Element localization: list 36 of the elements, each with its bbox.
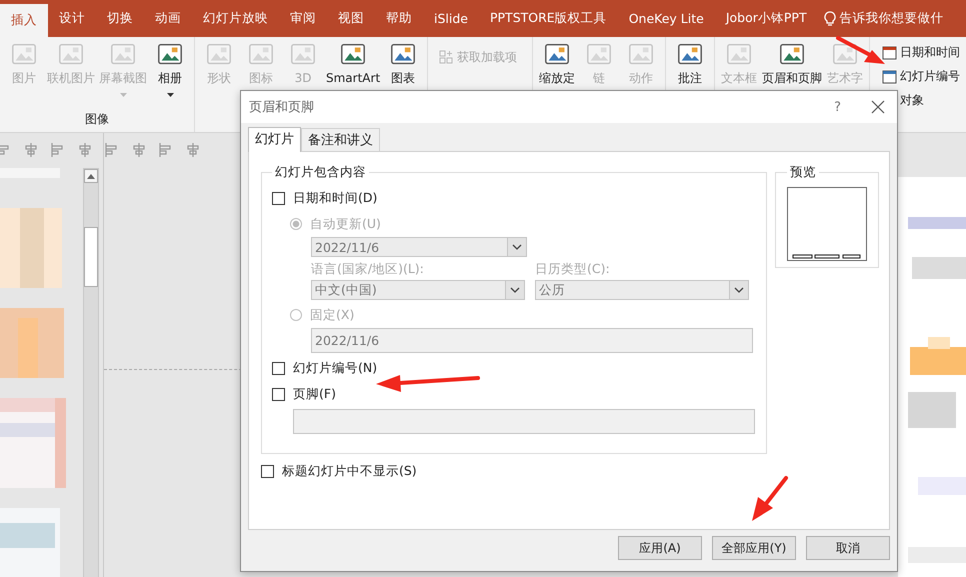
ribbon-button[interactable]: 缩放定 — [536, 40, 578, 108]
ribbon-tab[interactable]: 插入 — [0, 4, 48, 37]
help-button[interactable]: ? — [834, 100, 841, 114]
ribbon-button[interactable]: 页眉和页脚 — [760, 40, 824, 108]
field-label: 日历类型(C): — [535, 261, 611, 278]
dialog-tab[interactable]: 备注和讲义 — [301, 128, 380, 151]
dialog-title: 页眉和页脚 — [249, 99, 315, 116]
dialog-button[interactable]: 应用(A) — [618, 536, 702, 560]
dialog-button[interactable]: 全部应用(Y) — [712, 536, 796, 560]
field-label: 语言(国家/地区)(L): — [311, 261, 425, 278]
checkbox[interactable]: 幻灯片编号(N) — [272, 355, 378, 381]
ribbon-button[interactable]: 图表 — [382, 40, 424, 108]
ribbon-tab[interactable]: OneKey Lite — [618, 0, 715, 37]
ribbon-button[interactable]: 批注 — [669, 40, 712, 108]
ribbon-tab[interactable]: iSlide — [423, 0, 479, 37]
ribbon-button[interactable]: 日期和时间 — [882, 43, 966, 62]
checkbox[interactable]: 标题幻灯片中不显示(S) — [261, 458, 417, 484]
ribbon-tab[interactable]: 设计 — [48, 0, 96, 37]
dialog-tab[interactable]: 幻灯片 — [248, 127, 301, 152]
ribbon-tab[interactable]: 帮助 — [375, 0, 423, 37]
ribbon-tab[interactable]: 幻灯片放映 — [192, 0, 279, 37]
ribbon-tab[interactable]: 视图 — [327, 0, 375, 37]
ribbon-button[interactable]: 幻灯片编号 — [882, 67, 966, 86]
group-label: 图像 — [85, 111, 109, 128]
group-title: 预览 — [789, 164, 817, 181]
ribbon-button[interactable]: 相册 — [149, 40, 191, 108]
ribbon-tab[interactable]: PPTSTORE版权工具 — [478, 0, 618, 37]
ribbon-tab[interactable]: 切换 — [96, 0, 144, 37]
dialog-button[interactable]: 取消 — [806, 536, 890, 560]
ribbon-tab[interactable]: Jobor小钵PPT — [714, 0, 818, 37]
ribbon-tab[interactable]: 动画 — [144, 0, 192, 37]
group-title: 幻灯片包含内容 — [274, 164, 367, 181]
checkbox[interactable]: 日期和时间(D) — [272, 185, 378, 211]
ribbon-tab[interactable]: 审阅 — [279, 0, 327, 37]
tell-me-field[interactable]: 告诉我你想要做什 — [818, 0, 944, 37]
ribbon-button[interactable]: SmartArt — [324, 40, 382, 108]
